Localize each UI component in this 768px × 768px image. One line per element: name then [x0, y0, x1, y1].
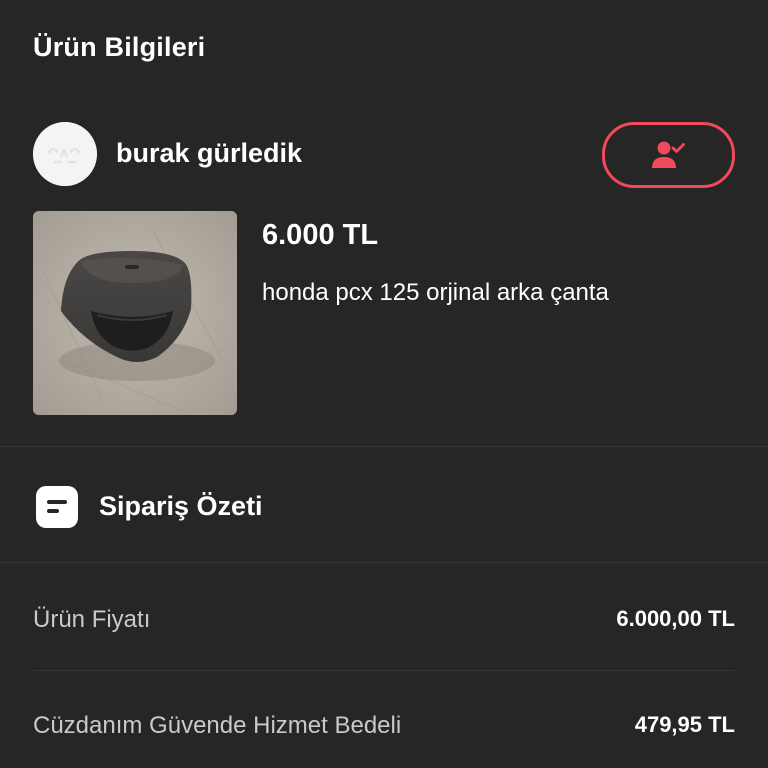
product-row[interactable]: 6.000 TL honda pcx 125 orjinal arka çant… — [33, 211, 735, 415]
receipt-icon — [36, 486, 78, 528]
product-price: 6.000 TL — [262, 219, 379, 251]
seller-row: burak gürledik — [33, 122, 735, 188]
section-divider — [0, 446, 768, 447]
line-label: Cüzdanım Güvende Hizmet Bedeli — [33, 712, 402, 739]
line-value: 479,95 TL — [634, 712, 735, 737]
summary-line-product-price: Ürün Fiyatı 6.000,00 TL — [33, 602, 735, 638]
product-info-title: Ürün Bilgileri — [33, 32, 206, 62]
order-detail-page: Ürün Bilgileri burak gürledik 6.000 TL h… — [0, 0, 768, 768]
order-summary-title: Sipariş Özeti — [99, 491, 263, 521]
line-divider — [33, 670, 735, 671]
product-title: honda pcx 125 orjinal arka çanta — [262, 279, 609, 306]
follow-seller-button[interactable] — [602, 122, 735, 188]
summary-line-service-fee: Cüzdanım Güvende Hizmet Bedeli 479,95 TL — [33, 708, 735, 744]
section-divider — [0, 562, 768, 563]
seller-avatar[interactable] — [33, 122, 97, 186]
avatar-placeholder-icon — [33, 122, 97, 186]
motorcycle-top-case-photo — [33, 211, 237, 415]
user-check-icon — [651, 141, 685, 168]
seller-name[interactable]: burak gürledik — [116, 138, 302, 169]
order-summary-header: Sipariş Özeti — [36, 486, 436, 530]
product-image[interactable] — [33, 211, 237, 415]
line-label: Ürün Fiyatı — [33, 606, 151, 633]
line-value: 6.000,00 TL — [616, 606, 735, 631]
